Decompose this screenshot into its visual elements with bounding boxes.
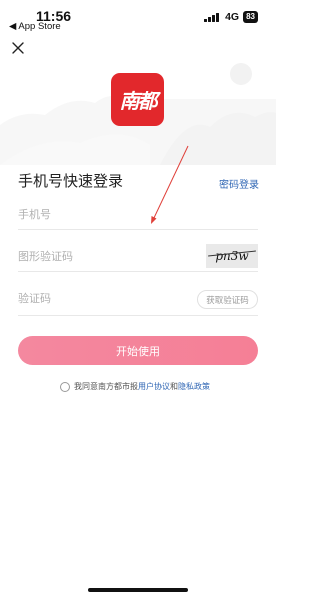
password-login-link[interactable]: 密码登录	[219, 176, 259, 191]
agreement-checkbox[interactable]	[60, 381, 70, 392]
app-logo: 南都	[111, 73, 164, 126]
captcha-field-row: pn3w	[18, 244, 258, 272]
home-indicator	[88, 588, 188, 592]
verification-code-input[interactable]	[18, 286, 198, 310]
status-indicators: 4G 83	[204, 11, 258, 23]
network-type: 4G	[225, 11, 240, 23]
user-agreement-link[interactable]: 用户协议	[138, 381, 170, 392]
get-code-button[interactable]: 获取验证码	[197, 290, 258, 309]
captcha-image[interactable]: pn3w	[206, 244, 258, 268]
agreement-and: 和	[170, 382, 178, 391]
login-title: 手机号快速登录	[18, 172, 124, 190]
start-button[interactable]: 开始使用	[18, 336, 258, 365]
logo-text: 南都	[119, 89, 158, 113]
status-bar: 11:56 ◀ App Store 4G 83	[0, 0, 276, 34]
agreement-prefix: 我同意南方都市报	[74, 382, 138, 391]
captcha-input[interactable]	[18, 244, 198, 268]
phone-input[interactable]	[18, 202, 198, 226]
privacy-policy-link[interactable]: 隐私政策	[178, 381, 210, 392]
close-button[interactable]	[10, 40, 26, 56]
code-field-row: 获取验证码	[18, 286, 258, 316]
battery-icon: 83	[243, 11, 258, 23]
phone-field-row	[18, 202, 258, 230]
agreement-row: 我同意南方都市报 用户协议 和 隐私政策	[60, 381, 210, 392]
close-icon	[12, 42, 24, 54]
back-to-app-store-link[interactable]: ◀ App Store	[9, 21, 61, 32]
signal-icon	[204, 12, 220, 22]
